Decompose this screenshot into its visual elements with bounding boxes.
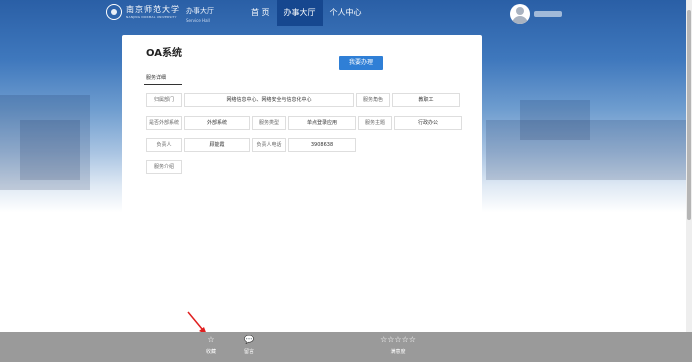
favorite-label: 收藏 [205,349,216,355]
scrollbar-thumb[interactable] [687,10,691,220]
brand-cn: 办事大厅 [186,7,214,15]
avatar-head [516,7,524,15]
brand-en: Service Hall [186,18,210,23]
five-star-rating-icon[interactable]: ☆☆☆☆☆ [376,335,420,345]
scrollbar[interactable] [686,0,692,332]
nav-service-hall[interactable]: 办事大厅 [276,0,323,26]
detail-row-1: 归属部门 网络信息中心、网络安全与信息化中心 服务角色 教职工 [146,93,462,107]
comment-button[interactable]: 💬 留言 [240,335,258,356]
department-value: 网络信息中心、网络安全与信息化中心 [184,93,354,107]
emblem-icon [106,4,122,20]
university-logo[interactable]: 南京师范大学 NANJING NORMAL UNIVERSITY [106,4,180,20]
service-topic-value: 行政办公 [394,116,462,130]
service-type-value: 单点登录应用 [288,116,356,130]
rating-widget[interactable]: ☆☆☆☆☆ 满意度 [376,335,420,356]
tab-underline [144,84,182,85]
external-system-value: 外部系统 [184,116,250,130]
service-role-label: 服务角色 [356,93,390,107]
service-role-value: 教职工 [392,93,460,107]
service-type-label: 服务类型 [252,116,286,130]
tab-service-detail[interactable]: 服务详细 [146,74,166,81]
nav-personal-center[interactable]: 个人中心 [323,0,369,26]
comment-label: 留言 [243,349,254,355]
apply-button[interactable]: 我要办理 [339,56,383,70]
logo-name: 南京师范大学 [126,4,180,14]
logo-english-name: NANJING NORMAL UNIVERSITY [126,14,177,19]
service-hall-brand: 办事大厅 Service Hall [186,6,214,24]
service-detail-card: OA系统 我要办理 服务详细 归属部门 网络信息中心、网络安全与信息化中心 服务… [122,35,482,332]
owner-label: 负责人 [146,138,182,152]
service-topic-label: 服务主题 [358,116,392,130]
avatar-shoulders [512,16,528,24]
favorite-button[interactable]: ☆ 收藏 [202,335,220,356]
department-label: 归属部门 [146,93,182,107]
external-system-label: 是否外部系统 [146,116,182,130]
owner-phone-label: 负责人电话 [252,138,286,152]
user-avatar[interactable] [510,4,530,24]
service-intro-label: 服务介绍 [146,160,182,174]
detail-row-3: 负责人 顾能霞 负责人电话 3908638 [146,138,358,152]
comment-bubble-icon: 💬 [244,335,254,344]
detail-row-2: 是否外部系统 外部系统 服务类型 单点登录应用 服务主题 行政办公 [146,116,464,130]
main-nav: 首 页 办事大厅 个人中心 [244,0,369,26]
detail-row-4: 服务介绍 [146,160,184,174]
page-title: OA系统 [146,48,182,59]
username-blurred[interactable] [534,11,562,17]
rating-label: 满意度 [390,349,406,355]
bottom-action-bar: ☆ 收藏 💬 留言 ☆☆☆☆☆ 满意度 [0,332,692,362]
owner-phone-value: 3908638 [288,138,356,152]
star-outline-icon: ☆ [207,335,215,344]
nav-home[interactable]: 首 页 [244,0,277,26]
owner-value: 顾能霞 [184,138,250,152]
